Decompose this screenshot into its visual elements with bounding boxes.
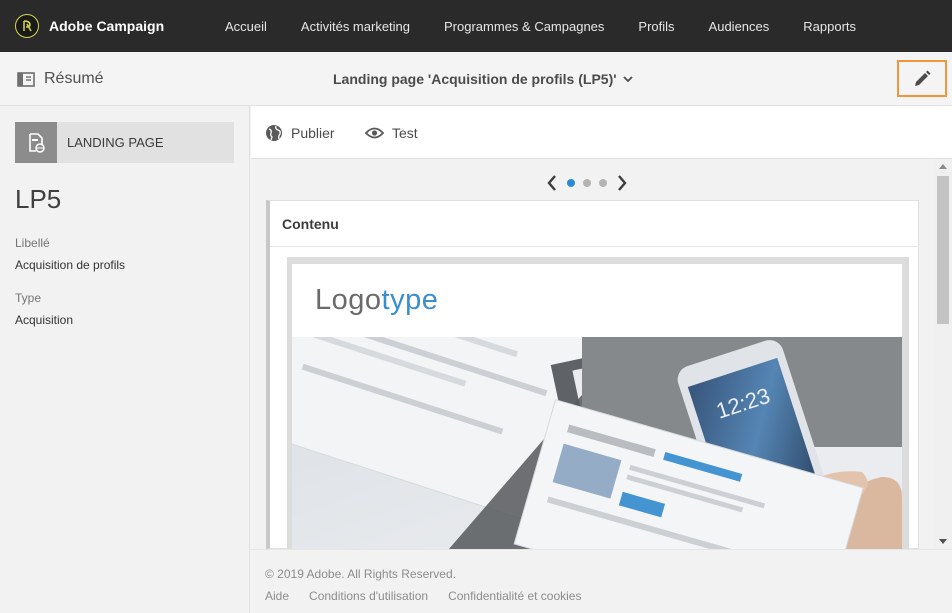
- adobe-campaign-logo-icon: [15, 14, 39, 38]
- field-value-libelle: Acquisition de profils: [15, 258, 126, 272]
- app-name: Adobe Campaign: [49, 18, 165, 34]
- vertical-scrollbar[interactable]: [934, 159, 952, 549]
- test-label: Test: [392, 124, 418, 141]
- content-card: Contenu Logotype 12:23: [266, 200, 919, 557]
- carousel-nav: [541, 171, 633, 195]
- footer: © 2019 Adobe. All Rights Reserved. Aide …: [251, 549, 952, 613]
- scroll-down-arrow-icon[interactable]: [939, 539, 947, 544]
- divider: [270, 246, 919, 247]
- carousel-dot-2[interactable]: [583, 179, 591, 187]
- content-card-title: Contenu: [282, 215, 339, 232]
- test-button[interactable]: Test: [365, 106, 418, 159]
- content-area: Publier Test Contenu Logotype 12:23: [251, 106, 952, 557]
- logotype-part-2: type: [381, 284, 439, 316]
- nav-item-accueil[interactable]: Accueil: [208, 0, 284, 52]
- publish-label: Publier: [291, 124, 335, 141]
- copyright-text: © 2019 Adobe. All Rights Reserved.: [265, 567, 456, 581]
- summary-panel: LANDING PAGE LP5 Libellé Acquisition de …: [0, 106, 250, 613]
- nav-item-rapports[interactable]: Rapports: [786, 0, 873, 52]
- summary-label: Résumé: [44, 70, 104, 87]
- nav-item-audiences[interactable]: Audiences: [692, 0, 787, 52]
- footer-link-aide[interactable]: Aide: [265, 589, 289, 603]
- landing-page-icon: [15, 122, 57, 163]
- chevron-right-icon: [618, 175, 627, 191]
- footer-links: Aide Conditions d'utilisation Confidenti…: [265, 589, 601, 603]
- logotype: Logotype: [315, 284, 438, 317]
- summary-toggle[interactable]: Résumé: [17, 52, 104, 106]
- carousel-next-button[interactable]: [611, 175, 633, 191]
- page-title-dropdown[interactable]: Landing page 'Acquisition de profils (LP…: [333, 52, 633, 106]
- nav-item-profils[interactable]: Profils: [621, 0, 691, 52]
- nav-item-activites-marketing[interactable]: Activités marketing: [284, 0, 427, 52]
- carousel-prev-button[interactable]: [541, 175, 563, 191]
- landing-page-badge: LANDING PAGE: [15, 122, 234, 163]
- top-navigation-bar: Adobe Campaign Accueil Activités marketi…: [0, 0, 952, 52]
- chevron-down-icon: [622, 75, 633, 82]
- edit-button[interactable]: [897, 60, 947, 97]
- landing-page-name: LP5: [15, 184, 62, 214]
- eye-icon: [365, 127, 384, 138]
- hero-image: 12:23: [292, 337, 902, 557]
- scroll-up-arrow-icon[interactable]: [939, 164, 947, 169]
- preview-canvas: Logotype 12:23: [292, 264, 902, 557]
- badge-label: LANDING PAGE: [67, 135, 164, 150]
- logotype-part-1: Logo: [315, 284, 382, 316]
- field-label-libelle: Libellé: [15, 236, 50, 250]
- globe-icon: [266, 124, 282, 141]
- field-value-type: Acquisition: [15, 313, 74, 327]
- carousel-dot-1[interactable]: [567, 179, 575, 187]
- carousel-dot-3[interactable]: [599, 179, 607, 187]
- scrollbar-thumb[interactable]: [937, 176, 949, 324]
- main-nav: Accueil Activités marketing Programmes &…: [208, 0, 873, 52]
- footer-link-confidentialite[interactable]: Confidentialité et cookies: [448, 589, 581, 603]
- sidebar-panel-icon: [17, 71, 35, 87]
- field-label-type: Type: [15, 291, 42, 305]
- chevron-left-icon: [547, 175, 556, 191]
- footer-link-conditions[interactable]: Conditions d'utilisation: [309, 589, 428, 603]
- landing-page-preview[interactable]: Logotype 12:23: [287, 257, 909, 557]
- pencil-icon: [915, 70, 931, 86]
- publish-button[interactable]: Publier: [265, 106, 335, 159]
- nav-item-programmes-campagnes[interactable]: Programmes & Campagnes: [427, 0, 621, 52]
- action-toolbar: Publier Test: [251, 106, 952, 159]
- sub-header: Résumé Landing page 'Acquisition de prof…: [0, 52, 952, 106]
- brand[interactable]: Adobe Campaign: [15, 14, 208, 38]
- page-title: Landing page 'Acquisition de profils (LP…: [333, 71, 617, 87]
